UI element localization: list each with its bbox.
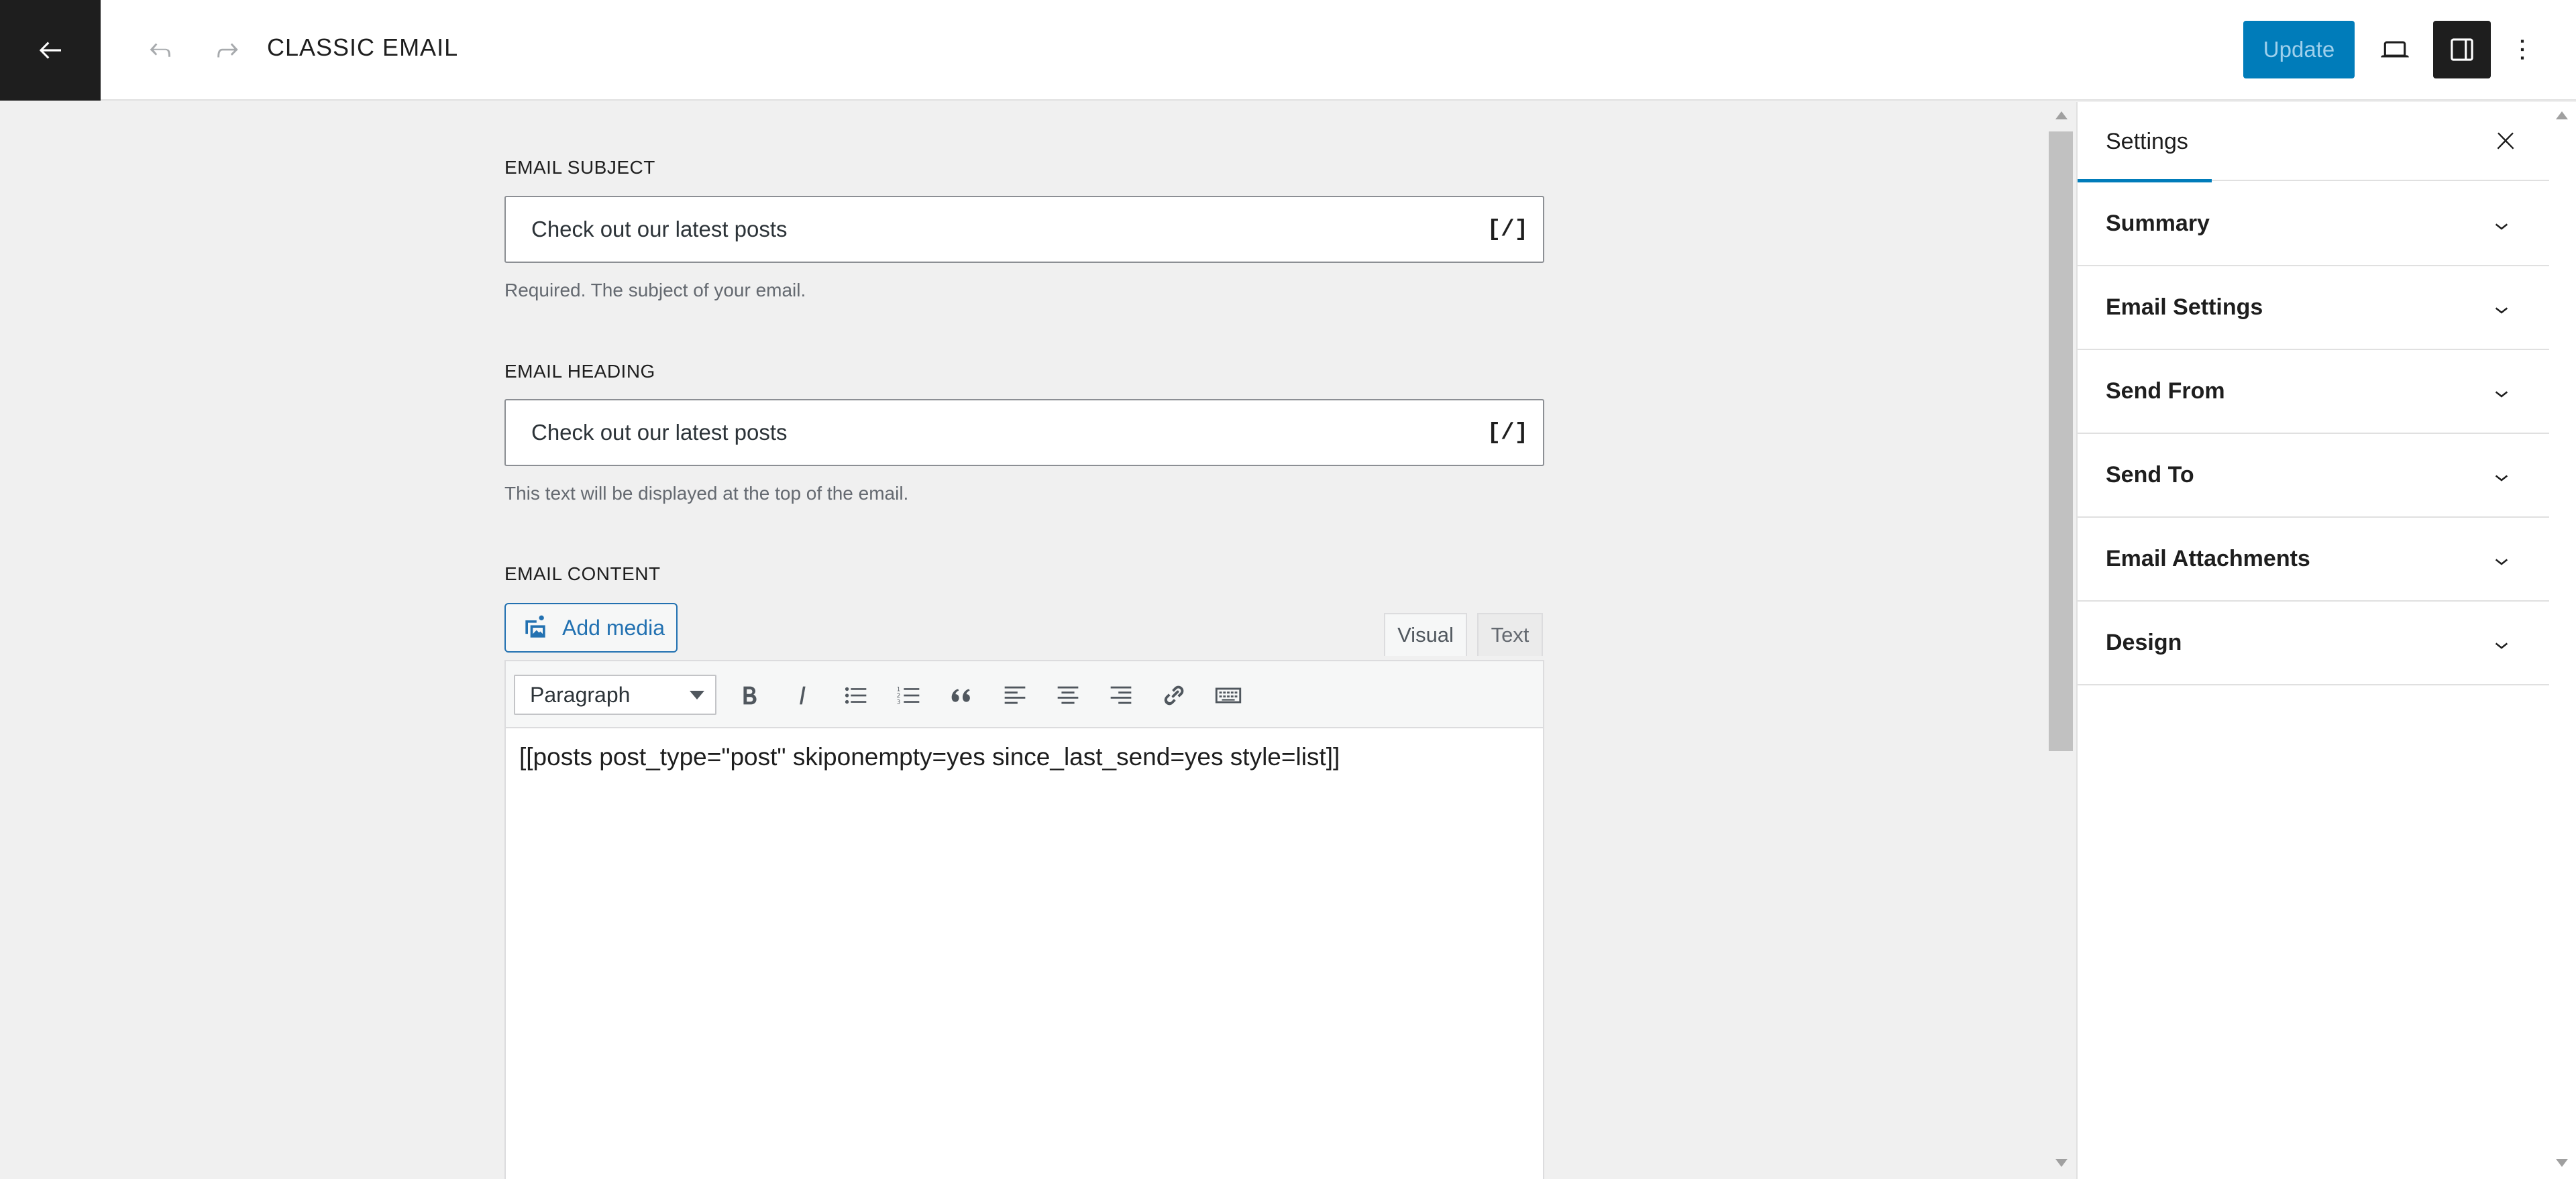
italic-button[interactable] — [784, 677, 821, 714]
insert-link-button[interactable] — [1155, 677, 1193, 714]
tab-text[interactable]: Text — [1477, 613, 1543, 656]
align-right-icon — [1110, 686, 1132, 704]
settings-toggle-button[interactable] — [2433, 21, 2491, 78]
media-icon — [525, 615, 545, 638]
panel-send-from-label: Send From — [2106, 378, 2225, 404]
panel-email-attachments[interactable]: Email Attachments — [2078, 518, 2551, 602]
desktop-preview-icon — [2381, 41, 2409, 58]
undo-button[interactable] — [142, 32, 178, 68]
panel-send-to[interactable]: Send To — [2078, 434, 2551, 518]
format-select[interactable]: Paragraph — [514, 675, 716, 715]
align-center-icon — [1057, 686, 1079, 704]
subject-help-text: Required. The subject of your email. — [504, 280, 806, 300]
content-label: EMAIL CONTENT — [504, 563, 661, 584]
heading-label: EMAIL HEADING — [504, 361, 655, 382]
editor-canvas: EMAIL SUBJECT [/] Required. The subject … — [0, 102, 2076, 1179]
heading-merge-tag-button[interactable]: [/] — [1487, 420, 1528, 446]
chevron-down-icon — [2495, 391, 2508, 398]
preview-button[interactable] — [2366, 21, 2424, 78]
back-button[interactable] — [0, 0, 101, 101]
bulleted-list-button[interactable] — [837, 677, 875, 714]
settings-sidebar: Settings Summary Email Settings Send Fro… — [2076, 102, 2551, 1179]
sidebar-header: Settings — [2078, 102, 2551, 182]
numbered-list-icon: 123 — [897, 686, 920, 706]
subject-label: EMAIL SUBJECT — [504, 157, 655, 178]
chevron-down-icon — [2495, 475, 2508, 482]
sidebar-scroll-down-arrow-icon[interactable] — [2556, 1159, 2568, 1167]
sidebar-scrollbar[interactable] — [2549, 102, 2576, 1179]
panel-design[interactable]: Design — [2078, 602, 2551, 685]
heading-field-wrapper: [/] — [504, 399, 1544, 466]
svg-text:1: 1 — [897, 686, 900, 693]
scroll-up-arrow-icon[interactable] — [2055, 111, 2068, 119]
editor-toolbar: Paragraph 123 — [506, 661, 1543, 728]
options-menu-button[interactable] — [2502, 21, 2542, 78]
panel-email-attachments-label: Email Attachments — [2106, 546, 2310, 571]
svg-text:3: 3 — [897, 699, 900, 706]
panel-send-from[interactable]: Send From — [2078, 350, 2551, 434]
keyboard-icon — [1215, 687, 1242, 704]
blockquote-button[interactable] — [943, 677, 981, 714]
tab-visual[interactable]: Visual — [1384, 613, 1467, 656]
bold-icon — [743, 686, 757, 705]
update-button[interactable]: Update — [2243, 21, 2355, 78]
bulleted-list-icon — [845, 687, 867, 704]
add-media-label: Add media — [562, 615, 665, 640]
align-left-icon — [1004, 686, 1026, 704]
format-select-value: Paragraph — [530, 682, 631, 707]
link-icon — [1164, 685, 1184, 706]
arrow-left-icon — [39, 42, 61, 59]
numbered-list-button[interactable]: 123 — [890, 677, 928, 714]
top-toolbar: CLASSIC EMAIL Update — [0, 0, 2576, 101]
add-media-button[interactable]: Add media — [504, 603, 678, 653]
close-icon — [2497, 132, 2514, 150]
chevron-down-icon — [2495, 642, 2508, 649]
close-sidebar-button[interactable] — [2487, 122, 2524, 160]
sidebar-icon — [2451, 38, 2473, 61]
content-editor: Paragraph 123 [[posts post_type="post" s… — [504, 660, 1544, 1179]
subject-field-wrapper: [/] — [504, 196, 1544, 263]
more-vertical-icon — [2520, 40, 2524, 60]
align-right-button[interactable] — [1102, 677, 1140, 714]
quote-icon — [951, 689, 970, 702]
redo-button[interactable] — [209, 32, 246, 68]
sidebar-scroll-up-arrow-icon[interactable] — [2556, 111, 2568, 119]
italic-icon — [800, 686, 806, 705]
caret-down-icon — [690, 691, 704, 699]
editor-body-text[interactable]: [[posts post_type="post" skiponempty=yes… — [519, 743, 1340, 771]
bold-button[interactable] — [731, 677, 769, 714]
panel-send-to-label: Send To — [2106, 462, 2194, 488]
subject-merge-tag-button[interactable]: [/] — [1487, 217, 1528, 243]
align-center-button[interactable] — [1049, 677, 1087, 714]
chevron-down-icon — [2495, 307, 2508, 314]
svg-text:2: 2 — [897, 693, 900, 699]
align-left-button[interactable] — [996, 677, 1034, 714]
heading-help-text: This text will be displayed at the top o… — [504, 483, 909, 504]
heading-input[interactable] — [531, 420, 1457, 445]
tab-settings[interactable]: Settings — [2078, 102, 2212, 182]
panel-email-settings-label: Email Settings — [2106, 294, 2263, 320]
undo-icon — [150, 43, 170, 57]
canvas-scrollbar-thumb[interactable] — [2049, 131, 2073, 751]
panel-email-settings[interactable]: Email Settings — [2078, 266, 2551, 350]
panel-summary[interactable]: Summary — [2078, 182, 2551, 266]
toolbar-toggle-button[interactable] — [1207, 677, 1250, 714]
subject-input[interactable] — [531, 217, 1457, 242]
chevron-down-icon — [2495, 223, 2508, 230]
document-title: CLASSIC EMAIL — [267, 34, 459, 61]
email-editor-app: CLASSIC EMAIL Update EMAIL SUBJECT [/] R… — [0, 0, 2576, 1179]
redo-icon — [217, 43, 238, 58]
panel-design-label: Design — [2106, 630, 2182, 655]
chevron-down-icon — [2495, 559, 2508, 565]
scroll-down-arrow-icon[interactable] — [2055, 1159, 2068, 1167]
panel-summary-label: Summary — [2106, 211, 2210, 236]
